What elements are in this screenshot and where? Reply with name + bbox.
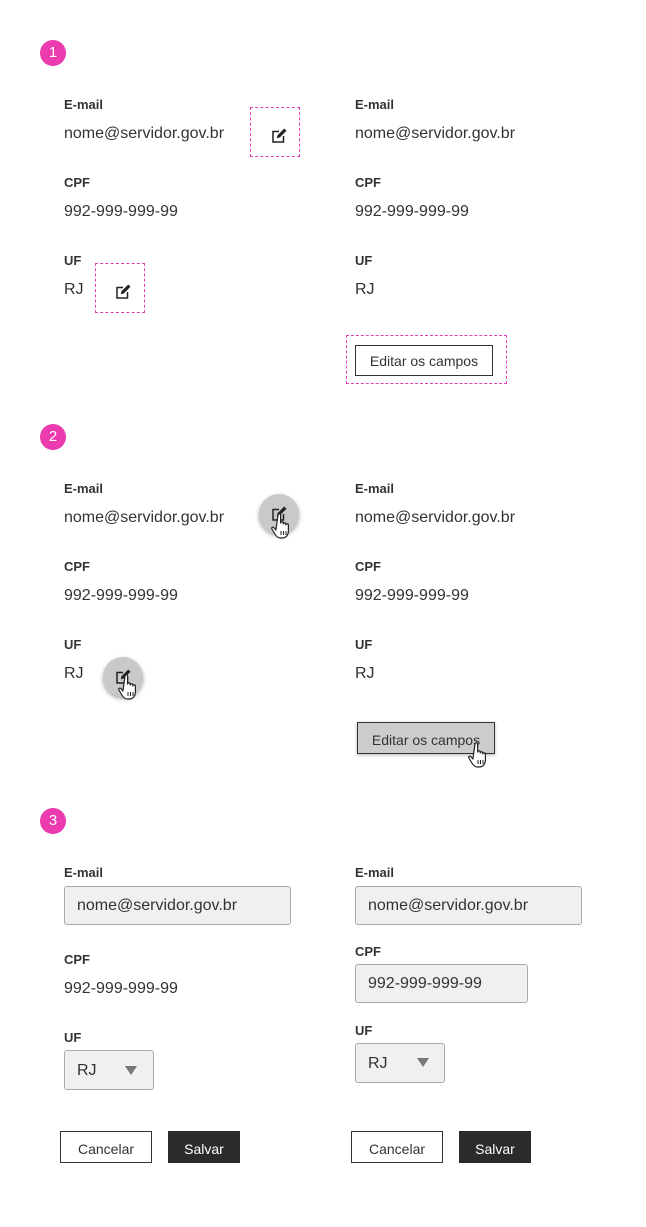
edit-fields-button[interactable]: Editar os campos bbox=[355, 345, 493, 376]
caret-down-icon bbox=[125, 1066, 137, 1075]
step-badge-2: 2 bbox=[40, 424, 66, 450]
uf-select[interactable]: RJ bbox=[64, 1050, 154, 1090]
uf-label: UF bbox=[355, 637, 373, 652]
email-input[interactable]: nome@servidor.gov.br bbox=[64, 886, 291, 925]
hand-pointer-icon bbox=[271, 513, 293, 539]
uf-select[interactable]: RJ bbox=[355, 1043, 445, 1083]
save-button[interactable]: Salvar bbox=[459, 1131, 531, 1163]
email-value: nome@servidor.gov.br bbox=[355, 509, 516, 526]
edit-icon[interactable] bbox=[114, 283, 132, 301]
email-label: E-mail bbox=[64, 97, 104, 112]
edit-icon[interactable] bbox=[270, 127, 288, 145]
cpf-label: CPF bbox=[355, 175, 381, 190]
cancel-button[interactable]: Cancelar bbox=[60, 1131, 152, 1163]
uf-label: UF bbox=[64, 1030, 82, 1045]
email-value: nome@servidor.gov.br bbox=[64, 509, 225, 526]
cpf-input[interactable]: 992-999-999-99 bbox=[355, 964, 528, 1003]
email-label: E-mail bbox=[64, 481, 104, 496]
cpf-label: CPF bbox=[64, 175, 90, 190]
uf-value: RJ bbox=[355, 281, 375, 298]
cpf-label: CPF bbox=[64, 952, 90, 967]
cpf-label: CPF bbox=[355, 944, 381, 959]
cpf-value: 992-999-999-99 bbox=[64, 587, 178, 604]
uf-value: RJ bbox=[64, 281, 84, 298]
uf-label: UF bbox=[64, 253, 82, 268]
email-label: E-mail bbox=[355, 481, 395, 496]
cancel-button[interactable]: Cancelar bbox=[351, 1131, 443, 1163]
uf-select-value: RJ bbox=[77, 1062, 97, 1079]
step-badge-1: 1 bbox=[40, 40, 66, 66]
cpf-label: CPF bbox=[64, 559, 90, 574]
step-badge-3: 3 bbox=[40, 808, 66, 834]
save-button[interactable]: Salvar bbox=[168, 1131, 240, 1163]
email-label: E-mail bbox=[355, 97, 395, 112]
email-label: E-mail bbox=[64, 865, 104, 880]
cpf-value: 992-999-999-99 bbox=[64, 203, 178, 220]
cpf-value: 992-999-999-99 bbox=[355, 587, 469, 604]
caret-down-icon bbox=[417, 1058, 429, 1067]
cpf-label: CPF bbox=[355, 559, 381, 574]
email-input[interactable]: nome@servidor.gov.br bbox=[355, 886, 582, 925]
hand-pointer-icon bbox=[118, 674, 140, 700]
uf-select-value: RJ bbox=[368, 1055, 388, 1072]
email-value: nome@servidor.gov.br bbox=[64, 125, 225, 142]
email-value: nome@servidor.gov.br bbox=[355, 125, 516, 142]
hand-pointer-icon bbox=[468, 742, 490, 768]
uf-label: UF bbox=[355, 253, 373, 268]
cpf-value: 992-999-999-99 bbox=[64, 980, 178, 997]
uf-label: UF bbox=[355, 1023, 373, 1038]
uf-label: UF bbox=[64, 637, 82, 652]
uf-value: RJ bbox=[64, 665, 84, 682]
email-label: E-mail bbox=[355, 865, 395, 880]
uf-value: RJ bbox=[355, 665, 375, 682]
cpf-value: 992-999-999-99 bbox=[355, 203, 469, 220]
